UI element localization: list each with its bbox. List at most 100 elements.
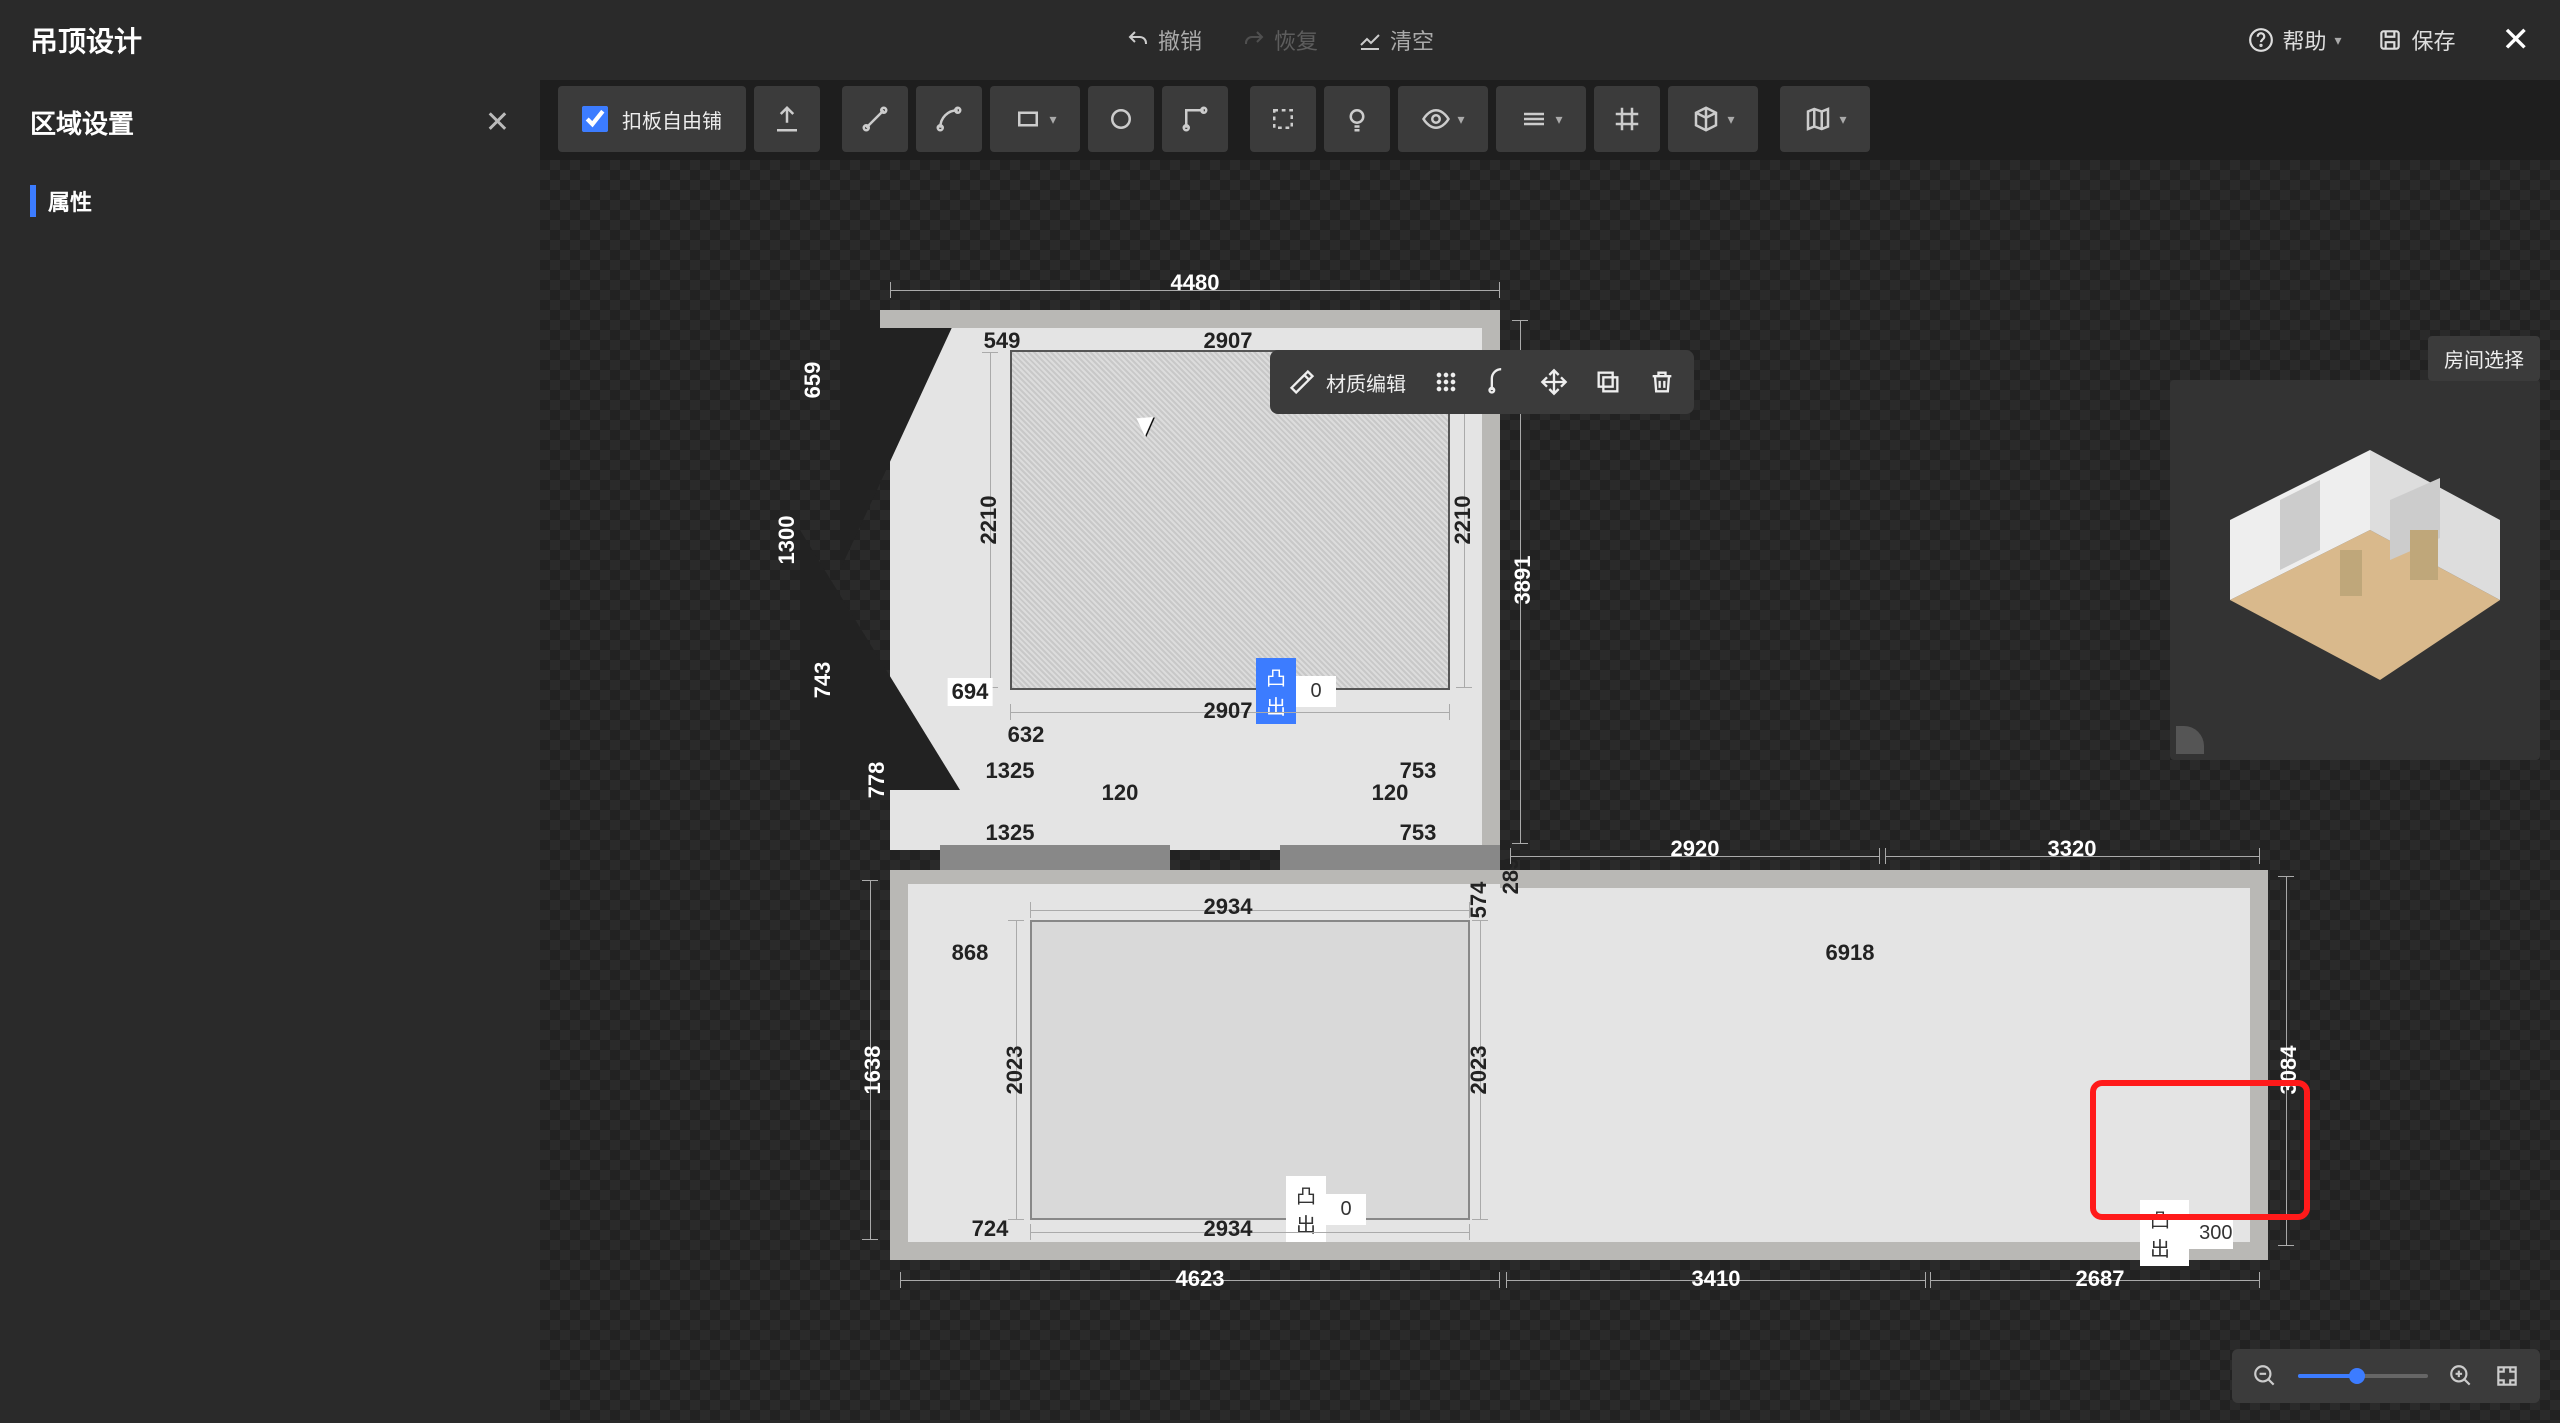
extrude-value[interactable]: 300	[2189, 1218, 2233, 1249]
undo-label: 撤销	[1158, 24, 1202, 56]
view-tool[interactable]: ▾	[1398, 86, 1488, 152]
chevron-down-icon: ▾	[1839, 111, 1846, 128]
dim-724: 724	[972, 1216, 1009, 1242]
dim-2907b: 2907	[1204, 698, 1253, 724]
extrude-label: 凸出	[1256, 658, 1296, 724]
dim-2023r: 2023	[1466, 1046, 1492, 1095]
ctx-arc-button[interactable]	[1486, 368, 1514, 396]
light-tool[interactable]	[1324, 86, 1390, 152]
extrude-badge-active[interactable]: 凸出 0	[1256, 658, 1336, 724]
ctx-delete-button[interactable]	[1648, 368, 1676, 396]
redo-button[interactable]: 恢复	[1242, 24, 1318, 56]
ceiling-region-2[interactable]	[1030, 920, 1470, 1220]
zoom-in-icon[interactable]	[2448, 1363, 2474, 1389]
extrude-value[interactable]: 0	[1326, 1194, 1366, 1225]
dim-574: 574	[1466, 882, 1492, 919]
app-header: 吊顶设计 撤销 恢复 清空 帮助 ▾ 保存 ✕	[0, 0, 2560, 80]
wall	[1280, 845, 1500, 870]
left-panel-header: 区域设置 ✕	[0, 80, 540, 165]
material-tool[interactable]: ▾	[1668, 86, 1758, 152]
guide-tool[interactable]	[1162, 86, 1228, 152]
left-panel-close[interactable]: ✕	[485, 105, 510, 140]
arc-tool[interactable]	[916, 86, 982, 152]
zoom-fill	[2298, 1374, 2357, 1378]
align-tool[interactable]: ▾	[1496, 86, 1586, 152]
wall	[940, 845, 1170, 870]
clear-button[interactable]: 清空	[1358, 24, 1434, 56]
dim-1300: 1300	[774, 516, 800, 565]
rect-tool[interactable]: ▾	[990, 86, 1080, 152]
room-select-button[interactable]: 房间选择	[2428, 336, 2540, 381]
left-panel: 区域设置 ✕ 属性	[0, 80, 540, 1423]
preview-3d-panel[interactable]: 房间选择	[2170, 380, 2540, 760]
dim-4480: 4480	[1171, 270, 1220, 296]
help-button[interactable]: 帮助 ▾	[2248, 24, 2341, 56]
wall	[890, 870, 908, 1260]
free-tile-checkbox[interactable]	[582, 106, 608, 132]
chevron-down-icon: ▾	[1555, 111, 1562, 128]
wall	[890, 1242, 2268, 1260]
line-tool[interactable]	[842, 86, 908, 152]
zoom-thumb[interactable]	[2349, 1368, 2365, 1384]
dim-868: 868	[952, 940, 989, 966]
ctx-copy-button[interactable]	[1594, 368, 1622, 396]
dim-6918: 6918	[1826, 940, 1875, 966]
dim-632: 632	[1008, 722, 1045, 748]
header-right: 帮助 ▾ 保存 ✕	[2248, 20, 2530, 60]
ctx-move-button[interactable]	[1540, 368, 1568, 396]
dim-2934b: 2934	[1204, 1216, 1253, 1242]
preview-resize-handle[interactable]	[2176, 726, 2204, 754]
dim-743: 743	[810, 662, 836, 699]
close-button[interactable]: ✕	[2502, 20, 2531, 60]
dim-2210r: 2210	[1450, 496, 1476, 545]
wall	[890, 870, 1500, 884]
app-title: 吊顶设计	[30, 20, 142, 60]
chevron-down-icon: ▾	[1457, 111, 1464, 128]
select-region-tool[interactable]	[1250, 86, 1316, 152]
header-center: 撤销 恢复 清空	[1126, 24, 1434, 56]
dim-3410: 3410	[1692, 1266, 1741, 1292]
circle-tool[interactable]	[1088, 86, 1154, 152]
dim-3891: 3891	[1510, 556, 1536, 605]
chevron-down-icon: ▾	[2334, 32, 2341, 49]
clear-label: 清空	[1390, 24, 1434, 56]
dim-778: 778	[864, 762, 890, 799]
toolbar: 扣板自由铺 ▾ ▾ ▾ ▾ ▾	[558, 86, 1870, 152]
dim-1325t: 1325	[986, 758, 1035, 784]
map-tool[interactable]: ▾	[1780, 86, 1870, 152]
fit-screen-icon[interactable]	[2494, 1363, 2520, 1389]
redo-label: 恢复	[1274, 24, 1318, 56]
dim-2210l: 2210	[976, 496, 1002, 545]
free-tile-toggle[interactable]: 扣板自由铺	[558, 86, 746, 152]
zoom-controls	[2232, 1349, 2540, 1403]
ctx-grid-button[interactable]	[1432, 368, 1460, 396]
extrude-value[interactable]: 0	[1296, 676, 1336, 707]
wall	[880, 310, 1500, 328]
dim-120r: 120	[1372, 780, 1409, 806]
save-button[interactable]: 保存	[2377, 24, 2455, 56]
upload-button[interactable]	[754, 86, 820, 152]
properties-title: 属性	[30, 185, 510, 217]
dim-659: 659	[800, 362, 826, 399]
grid-tool[interactable]	[1594, 86, 1660, 152]
material-edit-button[interactable]: 材质编辑	[1288, 368, 1406, 397]
context-toolbar: 材质编辑	[1270, 350, 1694, 414]
left-panel-title: 区域设置	[30, 104, 134, 141]
chevron-down-icon: ▾	[1727, 111, 1734, 128]
dim-753b: 753	[1400, 820, 1437, 846]
zoom-slider[interactable]	[2298, 1374, 2428, 1378]
canvas[interactable]: 凸出 0 凸出 0 凸出 300 4480 549 2907 879 659 1…	[540, 160, 2560, 1423]
dim-1638: 1638	[860, 1046, 886, 1095]
dim-2920: 2920	[1671, 836, 1720, 862]
dim-4623: 4623	[1176, 1266, 1225, 1292]
dim-2023l: 2023	[1002, 1046, 1028, 1095]
free-tile-label: 扣板自由铺	[622, 105, 722, 134]
dim-289: 289	[1498, 858, 1524, 895]
dim-3320: 3320	[2048, 836, 2097, 862]
zoom-out-icon[interactable]	[2252, 1363, 2278, 1389]
save-label: 保存	[2411, 24, 2455, 56]
dim-1325b: 1325	[986, 820, 1035, 846]
help-label: 帮助	[2282, 24, 2326, 56]
undo-button[interactable]: 撤销	[1126, 24, 1202, 56]
dim-2687: 2687	[2076, 1266, 2125, 1292]
